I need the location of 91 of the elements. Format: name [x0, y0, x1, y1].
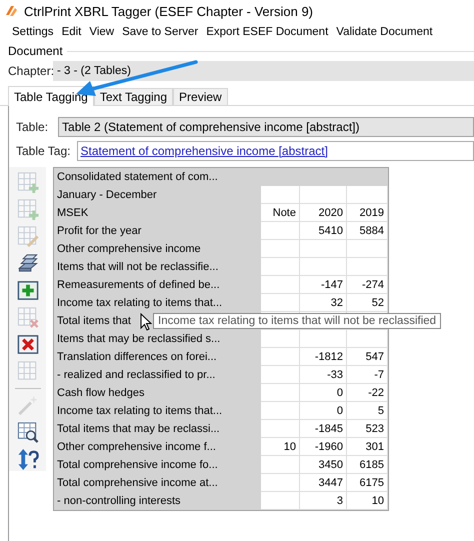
table-cell: -1960 — [300, 438, 347, 456]
delete-icon[interactable] — [16, 333, 40, 356]
table-cell — [347, 186, 388, 204]
menu-item[interactable]: Export ESEF Document — [202, 26, 332, 38]
window-title: CtrlPrint XBRL Tagger (ESEF Chapter - Version 9) — [24, 4, 314, 18]
tab[interactable]: Preview — [173, 88, 228, 105]
table-cell: 10 — [347, 492, 388, 510]
row-header-cell: - non-controlling interests — [54, 492, 261, 510]
row-header-cell: Profit for the year — [54, 222, 261, 240]
row-header-cell: Total comprehensive income at... — [54, 474, 261, 492]
table-cell: -22 — [347, 384, 388, 402]
table-cell — [261, 186, 300, 204]
table-cell: 3 — [300, 492, 347, 510]
table-cell — [261, 222, 300, 240]
table-cell: 32 — [300, 294, 347, 312]
table-cell — [261, 402, 300, 420]
table-cell — [300, 330, 347, 348]
table-search-icon[interactable] — [16, 421, 40, 444]
table-cell — [261, 420, 300, 438]
row-header-cell: MSEK — [54, 204, 261, 222]
table-cell — [347, 240, 388, 258]
chapter-dropdown[interactable]: - 3 - (2 Tables) — [53, 61, 474, 81]
table-cell: 3450 — [300, 456, 347, 474]
table-label: Table: — [16, 120, 48, 134]
table-cell: 5884 — [347, 222, 388, 240]
table-cell: -274 — [347, 276, 388, 294]
table-cell — [347, 258, 388, 276]
table-cell — [261, 258, 300, 276]
table-cell — [261, 456, 300, 474]
menu-item[interactable]: Settings — [8, 26, 58, 38]
menu-item[interactable]: Edit — [58, 26, 86, 38]
add-icon[interactable] — [16, 279, 40, 302]
tooltip: Income tax relating to items that will not be reclassified — [153, 313, 442, 329]
row-header-cell: January - December — [54, 186, 261, 204]
table-cell: -1845 — [300, 420, 347, 438]
table-cell: -1812 — [300, 348, 347, 366]
chapter-label: Chapter: — [8, 64, 53, 78]
table-cell — [300, 258, 347, 276]
tab[interactable]: Text Tagging — [94, 88, 174, 105]
table-cell: 6175 — [347, 474, 388, 492]
table-cell: 547 — [347, 348, 388, 366]
row-header-cell: Translation differences on forei... — [54, 348, 261, 366]
row-header-cell: Other comprehensive income f... — [54, 438, 261, 456]
row-header-cell: Total comprehensive income fo... — [54, 456, 261, 474]
table-cell — [261, 492, 300, 510]
table-cell: -147 — [300, 276, 347, 294]
table-cell — [261, 384, 300, 402]
table-cell: -7 — [347, 366, 388, 384]
table-cell — [347, 330, 388, 348]
row-header-cell: Consolidated statement of com... — [54, 168, 388, 186]
table-cell: 0 — [300, 402, 347, 420]
table-cell — [261, 294, 300, 312]
row-header-cell: Items that will not be reclassifie... — [54, 258, 261, 276]
table-cell: 52 — [347, 294, 388, 312]
menu-item[interactable]: Save to Server — [118, 26, 202, 38]
table-cell: 6185 — [347, 456, 388, 474]
row-header-cell: - realized and reclassified to pr... — [54, 366, 261, 384]
menu-item[interactable]: Validate Document — [332, 26, 437, 38]
table-cell — [261, 276, 300, 294]
table-cell — [261, 330, 300, 348]
table-cell: 523 — [347, 420, 388, 438]
group-label: Document — [8, 44, 63, 58]
table-cell: 3447 — [300, 474, 347, 492]
table-cell — [261, 240, 300, 258]
table-cell: 5 — [347, 402, 388, 420]
tab[interactable]: Table Tagging — [8, 86, 94, 106]
row-header-cell: Other comprehensive income — [54, 240, 261, 258]
table-cell — [300, 240, 347, 258]
table-dropdown[interactable]: Table 2 (Statement of comprehensive income [abstract]) — [58, 117, 474, 137]
table-cell: 10 — [261, 438, 300, 456]
table-cell: 2019 — [347, 204, 388, 222]
table-cell — [261, 366, 300, 384]
table-cell: 5410 — [300, 222, 347, 240]
table-cell: Note — [261, 204, 300, 222]
table-tag-label: Table Tag: — [16, 144, 70, 158]
row-header-cell: Items that may be reclassified s... — [54, 330, 261, 348]
table-cell — [261, 348, 300, 366]
mouse-cursor-icon — [140, 313, 152, 331]
menu-item[interactable]: View — [85, 26, 118, 38]
table-cell — [261, 474, 300, 492]
table-cell: 301 — [347, 438, 388, 456]
table-cell — [300, 186, 347, 204]
app-logo-icon — [3, 3, 19, 19]
row-header-cell: Income tax relating to items that... — [54, 402, 261, 420]
table-cell: 2020 — [300, 204, 347, 222]
row-header-cell: Total items that may be reclassi... — [54, 420, 261, 438]
row-header-cell: Remeasurements of defined be... — [54, 276, 261, 294]
row-header-cell: Cash flow hedges — [54, 384, 261, 402]
table-cell: 0 — [300, 384, 347, 402]
row-header-cell: Income tax relating to items that... — [54, 294, 261, 312]
table-cell: -33 — [300, 366, 347, 384]
